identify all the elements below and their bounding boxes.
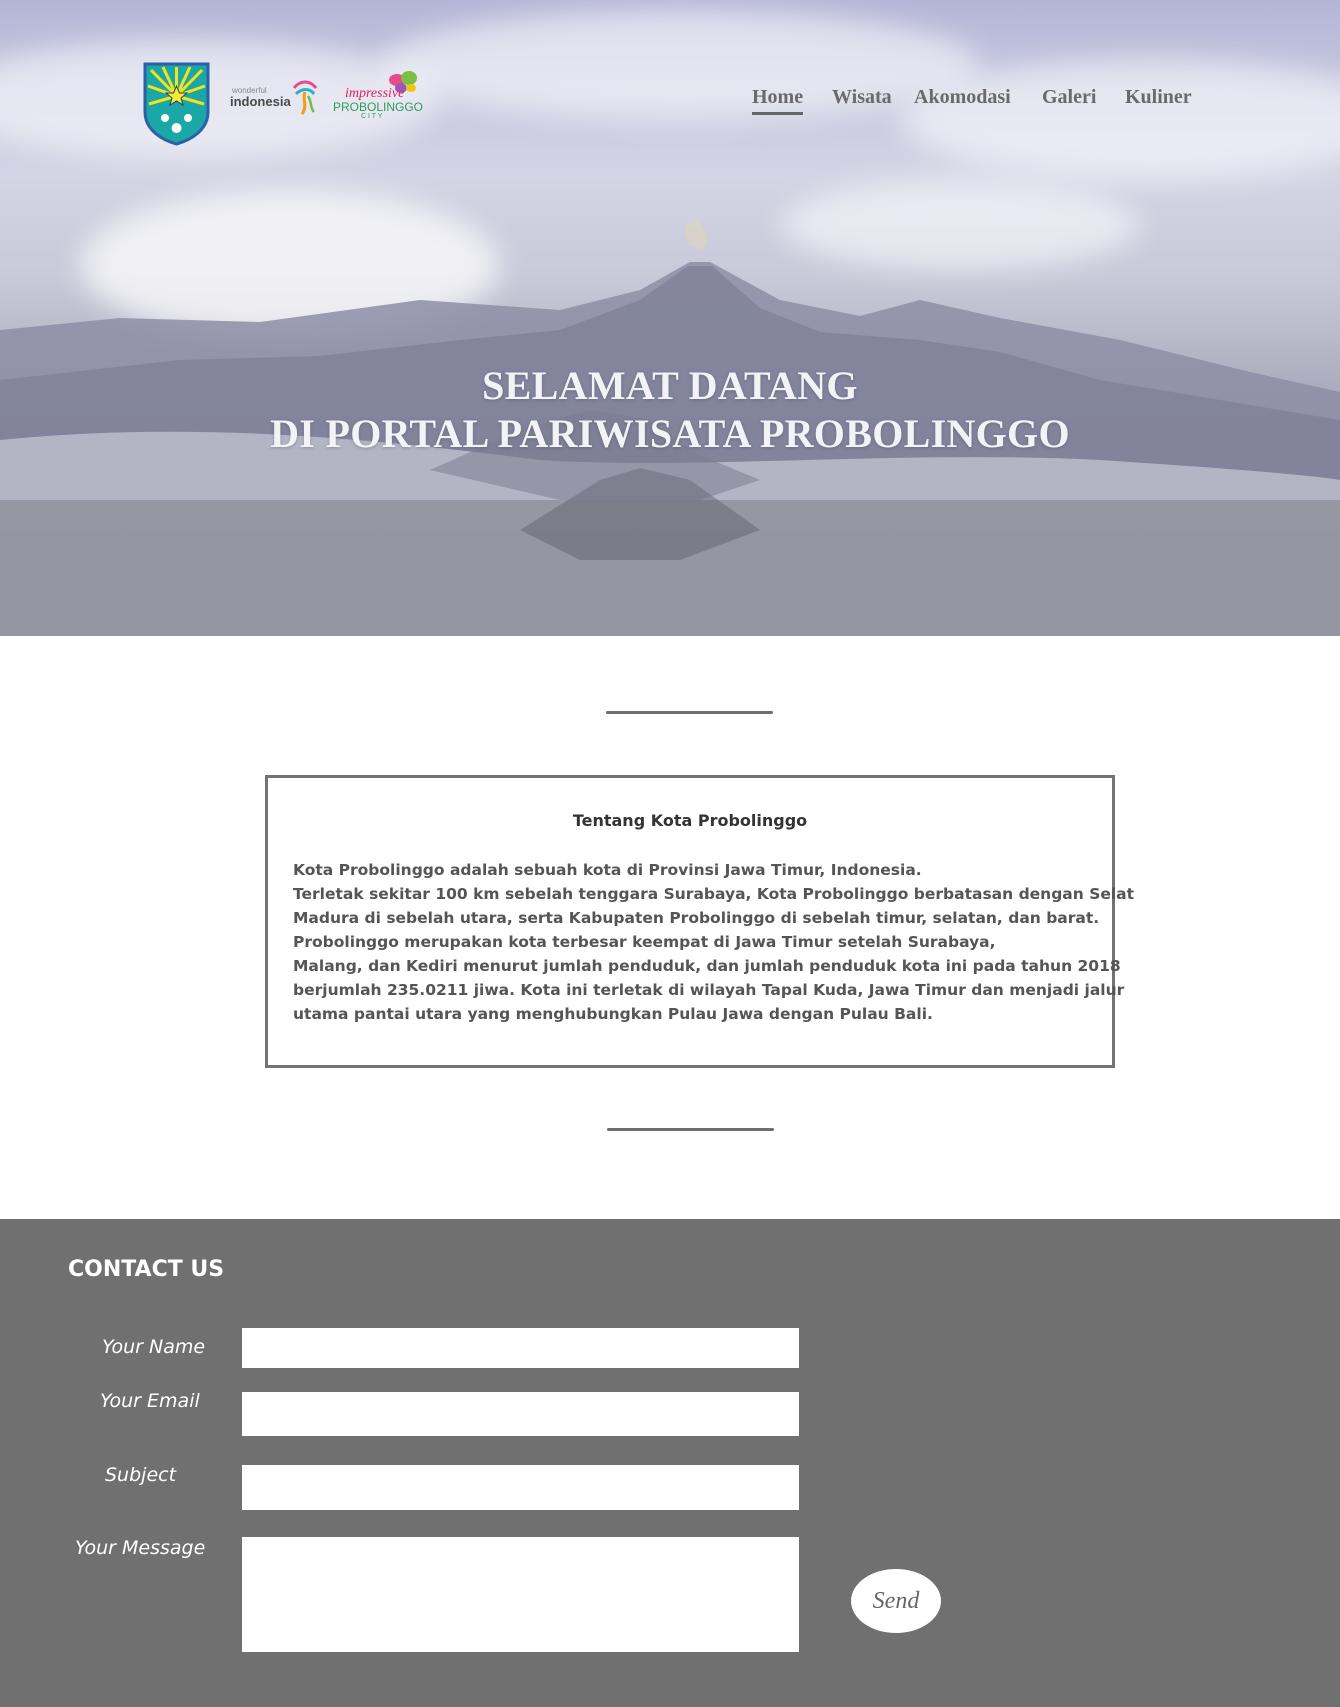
subject-input[interactable] [242, 1465, 799, 1510]
about-line: Probolinggo merupakan kota terbesar keem… [293, 933, 996, 951]
probolinggo-shield-logo [143, 62, 210, 146]
section-divider-bottom [607, 1128, 774, 1131]
about-line: utama pantai utara yang menghubungkan Pu… [293, 1005, 933, 1023]
message-label: Your Message [75, 1537, 206, 1559]
section-divider-top [606, 711, 773, 714]
garuda-mark-icon [292, 80, 318, 115]
hero-banner: wonderful indonesia impressive PROBOLING… [0, 0, 1340, 636]
contact-section: CONTACT US Your Name Your Email Subject … [0, 1219, 1340, 1707]
name-input[interactable] [242, 1328, 799, 1368]
send-button[interactable]: Send [851, 1569, 941, 1633]
nav-home-link[interactable]: Home [752, 86, 804, 115]
impressive-probolinggo-logo: impressive PROBOLINGGO C I T Y [333, 70, 427, 122]
about-line: Madura di sebelah utara, serta Kabupaten… [293, 909, 1100, 927]
nav-akomodasi-link[interactable]: Akomodasi [914, 86, 1011, 109]
email-input[interactable] [242, 1392, 799, 1436]
nav-galeri-link[interactable]: Galeri [1042, 86, 1096, 109]
nav-wisata-link[interactable]: Wisata [832, 86, 892, 109]
about-line: Malang, dan Kediri menurut jumlah pendud… [293, 957, 1121, 975]
hero-title-line1: SELAMAT DATANG [482, 363, 858, 408]
logo-text: indonesia [230, 94, 291, 109]
name-label: Your Name [102, 1336, 206, 1358]
email-label: Your Email [100, 1390, 200, 1412]
logo-text: C I T Y [361, 113, 383, 120]
hero-title-line2: DI PORTAL PARIWISATA PROBOLINGGO [270, 411, 1070, 456]
about-line: Terletak sekitar 100 km sebelah tenggara… [293, 885, 1135, 903]
about-card: Tentang Kota Probolinggo Kota Probolingg… [265, 775, 1135, 1068]
about-line: Kota Probolinggo adalah sebuah kota di P… [293, 861, 922, 879]
hero-title: SELAMAT DATANG DI PORTAL PARIWISATA PROB… [0, 362, 1340, 458]
about-title: Tentang Kota Probolinggo [572, 811, 808, 830]
logo-text: PROBOLINGGO [333, 100, 424, 114]
nav-kuliner-link[interactable]: Kuliner [1125, 86, 1192, 109]
about-description: Kota Probolinggo adalah sebuah kota di P… [293, 858, 1135, 1026]
message-textarea[interactable] [242, 1537, 799, 1652]
wonderful-indonesia-logo: wonderful indonesia [230, 78, 322, 120]
about-line: berjumlah 235.0211 jiwa. Kota ini terlet… [293, 981, 1125, 999]
subject-label: Subject [105, 1464, 177, 1486]
contact-title: CONTACT US [68, 1257, 225, 1282]
